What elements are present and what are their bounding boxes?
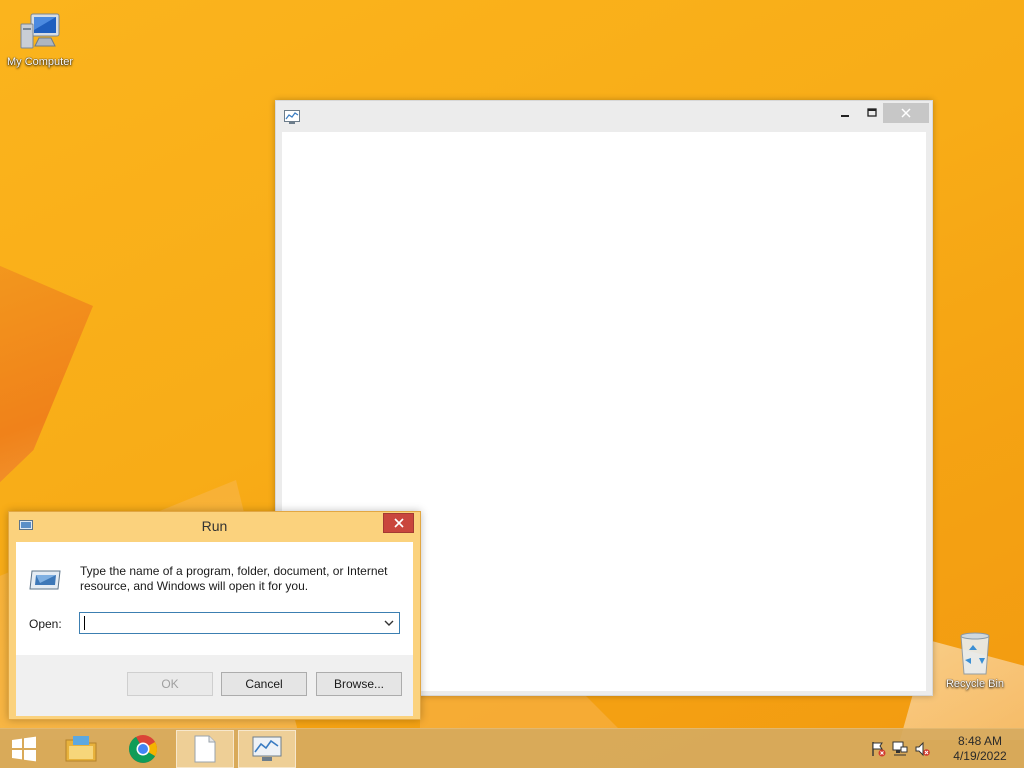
ok-button[interactable]: OK [127, 672, 213, 696]
volume-muted-icon[interactable] [914, 741, 930, 757]
window-titlebar[interactable] [276, 101, 932, 132]
browse-button[interactable]: Browse... [316, 672, 402, 696]
run-description: Type the name of a program, folder, docu… [80, 564, 388, 593]
run-dialog-footer: OK Cancel Browse... [16, 655, 413, 716]
run-dialog-close-button[interactable] [383, 513, 414, 533]
desktop-icon-label: My Computer [6, 56, 74, 68]
taskbar-chrome[interactable] [114, 730, 172, 768]
taskbar-file-explorer[interactable] [52, 730, 110, 768]
cancel-button[interactable]: Cancel [221, 672, 307, 696]
taskbar: 8:48 AM 4/19/2022 [0, 728, 1024, 768]
performance-monitor-icon [284, 110, 300, 124]
desktop-icon-recycle-bin[interactable]: Recycle Bin [935, 630, 1015, 690]
recycle-bin-icon [960, 632, 990, 675]
taskbar-performance-monitor[interactable] [238, 730, 296, 768]
windows-logo-icon [12, 736, 36, 762]
file-explorer-icon [65, 736, 97, 762]
close-icon [901, 108, 911, 118]
dropdown-button[interactable] [381, 615, 397, 631]
action-center-flag-icon[interactable] [870, 741, 886, 757]
start-button[interactable] [0, 730, 48, 768]
clock-time: 8:48 AM [957, 734, 1003, 748]
computer-icon [20, 13, 60, 49]
network-icon[interactable] [892, 741, 908, 757]
maximize-icon [867, 108, 877, 117]
run-dialog-title: Run [201, 518, 228, 534]
text-caret [84, 616, 85, 630]
run-dialog-titlebar[interactable]: Run [9, 512, 420, 542]
maximize-button[interactable] [858, 103, 886, 123]
open-input[interactable] [83, 615, 373, 631]
minimize-icon [841, 115, 849, 117]
open-combobox[interactable] [79, 612, 400, 634]
run-program-icon [29, 570, 61, 590]
system-tray [870, 739, 930, 759]
notepad-icon [194, 735, 216, 763]
desktop-icon-label: Recycle Bin [945, 678, 1005, 690]
clock-date: 4/19/2022 [953, 749, 1007, 763]
open-label: Open: [29, 617, 62, 631]
chrome-icon [129, 735, 157, 763]
taskbar-clock[interactable]: 8:48 AM 4/19/2022 [945, 734, 1015, 764]
close-button[interactable] [883, 103, 929, 123]
taskbar-notepad[interactable] [176, 730, 234, 768]
desktop-icon-my-computer[interactable]: My Computer [0, 10, 80, 68]
performance-monitor-icon [252, 736, 282, 761]
chevron-down-icon [384, 620, 394, 626]
close-icon [393, 518, 404, 528]
run-dialog-body: Type the name of a program, folder, docu… [16, 542, 413, 716]
run-dialog[interactable]: Run Type the name of a program, folder, … [8, 511, 421, 720]
minimize-button[interactable] [831, 103, 859, 123]
